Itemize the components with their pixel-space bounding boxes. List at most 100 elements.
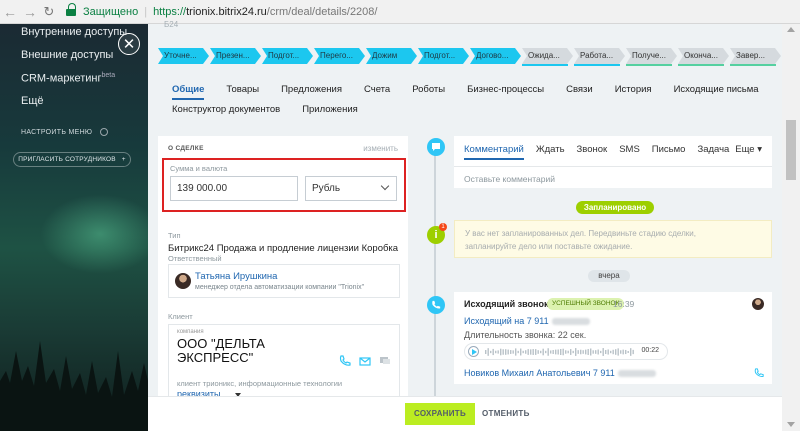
- edit-link[interactable]: изменить: [363, 144, 398, 153]
- save-button[interactable]: СОХРАНИТЬ: [405, 403, 475, 425]
- tab-8[interactable]: История: [615, 84, 652, 100]
- invite-employees-button[interactable]: ПРИГЛАСИТЬ СОТРУДНИКОВ +: [13, 152, 131, 167]
- stage-1[interactable]: Уточне...: [158, 48, 209, 64]
- stage-9[interactable]: Работа...: [574, 48, 625, 64]
- counter-badge: 1: [439, 223, 447, 231]
- tab-row2-1[interactable]: Конструктор документов: [172, 104, 280, 115]
- client-name[interactable]: ООО "ДЕЛЬТА ЭКСПРЕСС": [177, 337, 307, 365]
- sidebar-item-more[interactable]: Ещё: [21, 95, 44, 107]
- scroll-down-icon[interactable]: [787, 422, 795, 427]
- tab-3[interactable]: Предложения: [281, 84, 342, 100]
- sidebar-item-crm-marketing[interactable]: CRM-маркетингbeta: [21, 72, 115, 85]
- forward-arrow-icon[interactable]: →: [20, 4, 40, 20]
- url-path: /crm/deal/details/2208/: [266, 5, 378, 18]
- reload-icon[interactable]: ↻: [40, 4, 58, 20]
- empty-line-2: запланируйте дело или поставьте ожидание…: [465, 242, 633, 251]
- activity-tab-1[interactable]: Комментарий: [464, 144, 524, 160]
- activity-tab-3[interactable]: Звонок: [577, 144, 608, 160]
- tab-row2-2[interactable]: Приложения: [302, 104, 358, 115]
- call-time: 16:39: [613, 299, 635, 309]
- planned-badge: Запланировано: [576, 201, 654, 214]
- tab-9[interactable]: Исходящие письма: [674, 84, 759, 100]
- activity-tab-2[interactable]: Ждать: [536, 144, 565, 160]
- tab-4[interactable]: Счета: [364, 84, 390, 100]
- cancel-button[interactable]: ОТМЕНИТЬ: [482, 403, 530, 425]
- stage-8[interactable]: Ожида...: [522, 48, 573, 64]
- waveform[interactable]: [485, 347, 635, 357]
- scroll-thumb[interactable]: [786, 120, 796, 180]
- mail-icon[interactable]: [359, 355, 371, 367]
- sidebar-item-internal-access[interactable]: Внутренние доступы: [21, 26, 127, 38]
- hidden-phone-digits: [551, 318, 590, 326]
- player-duration: 00:22: [641, 347, 659, 354]
- invite-label: ПРИГЛАСИТЬ СОТРУДНИКОВ: [18, 156, 116, 163]
- call-contact-link[interactable]: Новиков Михаил Анатольевич 7 911: [464, 368, 656, 378]
- activity-editor: Комментарий Ждать Звонок SMS Письмо Задача Ещ…: [454, 136, 772, 188]
- tab-1[interactable]: Общие: [172, 84, 205, 100]
- plus-icon: +: [121, 156, 126, 163]
- stage-color-bar: [730, 64, 776, 66]
- tab-2[interactable]: Товары: [226, 84, 259, 100]
- deal-info-panel: О СДЕЛКЕ изменить Сумма и валюта 139 000…: [158, 136, 408, 431]
- client-type: компания: [177, 329, 204, 335]
- sidebar-item-external-access[interactable]: Внешние доступы: [21, 49, 113, 61]
- browser-address-bar: ← → ↻ Защищено | https://trionix.bitrix2…: [0, 0, 800, 24]
- call-title: Исходящий звонок: [464, 299, 549, 309]
- stage-7[interactable]: Догово...: [470, 48, 521, 64]
- url-field[interactable]: https://trionix.bitrix24.ru/crm/deal/det…: [153, 6, 377, 18]
- call-icon: [427, 296, 445, 314]
- avatar: [175, 273, 191, 289]
- stage-12[interactable]: Завер...: [730, 48, 781, 64]
- lock-icon: [66, 2, 78, 17]
- currency-value: Рубль: [312, 183, 341, 194]
- sum-input[interactable]: 139 000.00: [170, 176, 298, 201]
- stage-5[interactable]: Дожим: [366, 48, 417, 64]
- call-activity: Исходящий звонок УСПЕШНЫЙ ЗВОНОК 16:39 И…: [454, 292, 772, 384]
- info-icon: i 1: [427, 223, 447, 244]
- chat-icon[interactable]: [379, 355, 391, 367]
- tab-6[interactable]: Бизнес-процессы: [467, 84, 544, 100]
- url-scheme: https://: [153, 5, 187, 18]
- phone-icon[interactable]: [754, 368, 764, 378]
- back-arrow-icon[interactable]: ←: [0, 4, 20, 20]
- configure-menu-link[interactable]: НАСТРОИТЬ МЕНЮ: [21, 128, 109, 136]
- call-number-link[interactable]: Исходящий на 7 911: [464, 316, 590, 326]
- activity-tab-5[interactable]: Письмо: [652, 144, 686, 160]
- page-scrollbar[interactable]: [782, 24, 800, 431]
- close-slider-icon[interactable]: ✕: [118, 33, 140, 55]
- play-icon[interactable]: [468, 346, 479, 357]
- stage-6[interactable]: Подгот...: [418, 48, 469, 64]
- responsible-label: Ответственный: [168, 254, 222, 263]
- stage-color-bar: [574, 64, 620, 66]
- deal-id-label: Б24: [164, 20, 179, 29]
- activity-tab-4[interactable]: SMS: [619, 144, 640, 160]
- currency-select[interactable]: Рубль: [305, 176, 397, 201]
- deal-tabs: Общие Товары Предложения Счета Роботы Бизнес-…: [172, 84, 781, 100]
- comment-icon: [427, 138, 445, 156]
- sum-currency-field: Сумма и валюта 139 000.00 Рубль: [162, 158, 406, 212]
- no-planned-activities: У вас нет запланированных дел. Передвинь…: [454, 220, 772, 258]
- activity-tab-6[interactable]: Задача: [697, 144, 729, 160]
- activity-tabs: Комментарий Ждать Звонок SMS Письмо Задача: [464, 144, 741, 160]
- section-title: О СДЕЛКЕ: [168, 145, 204, 152]
- form-footer: СОХРАНИТЬ ОТМЕНИТЬ: [148, 396, 782, 431]
- comment-input[interactable]: Оставьте комментарий: [464, 174, 555, 184]
- tab-5[interactable]: Роботы: [412, 84, 445, 100]
- secure-label: Защищено: [83, 5, 139, 18]
- stage-3[interactable]: Подгот...: [262, 48, 313, 64]
- chevron-down-icon: [380, 181, 390, 191]
- phone-icon[interactable]: [339, 355, 351, 367]
- scroll-up-icon[interactable]: [787, 27, 795, 32]
- more-tabs-button[interactable]: Еще ▾: [735, 144, 762, 155]
- stage-2[interactable]: Презен...: [210, 48, 261, 64]
- left-sidebar: Внутренние доступы Внешние доступы CRM-м…: [0, 24, 148, 431]
- responsible-card[interactable]: Татьяна Ирушкина менеджер отдела автомат…: [168, 264, 400, 298]
- type-label: Тип: [168, 231, 181, 240]
- stage-4[interactable]: Перего...: [314, 48, 365, 64]
- stage-color-bar: [678, 64, 724, 66]
- tab-7[interactable]: Связи: [566, 84, 593, 100]
- responsible-name[interactable]: Татьяна Ирушкина: [195, 271, 277, 282]
- aurora-glow: [40, 194, 148, 274]
- stage-10[interactable]: Получе...: [626, 48, 677, 64]
- stage-11[interactable]: Оконча...: [678, 48, 729, 64]
